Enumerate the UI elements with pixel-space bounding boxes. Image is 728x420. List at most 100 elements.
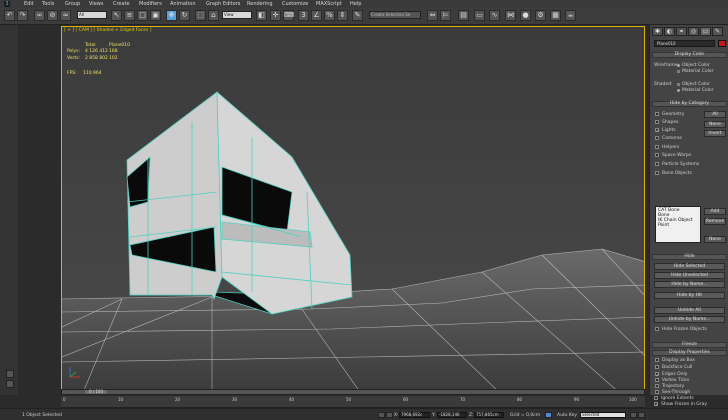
object-color-swatch[interactable] bbox=[718, 40, 726, 47]
scene-explorer-icon[interactable] bbox=[6, 380, 14, 388]
category-invert-button[interactable]: Invert bbox=[704, 130, 726, 137]
menu-animation[interactable]: Animation bbox=[170, 1, 196, 7]
object-name-field[interactable]: Plane010 bbox=[654, 40, 715, 47]
window-crossing-icon[interactable]: ▣ bbox=[150, 10, 161, 21]
vertex-ticks-checkbox[interactable] bbox=[655, 378, 659, 382]
display-color-rollout-header[interactable]: Display Color bbox=[652, 52, 727, 58]
backface-cull-checkbox[interactable] bbox=[655, 365, 659, 369]
reference-coordinate-dropdown[interactable]: View bbox=[222, 11, 252, 19]
hide-by-category-rollout-header[interactable]: Hide by Category bbox=[652, 101, 727, 107]
hide-rollout-header[interactable]: Hide bbox=[652, 254, 727, 260]
key-filter-dropdown[interactable]: Selected bbox=[580, 412, 626, 418]
auto-key-button[interactable]: Auto Key bbox=[557, 413, 577, 418]
edges-only-checkbox[interactable]: ✓ bbox=[655, 372, 659, 377]
hide-by-hit-button[interactable]: Hide by Hit bbox=[654, 292, 725, 299]
shapes-checkbox[interactable] bbox=[655, 120, 659, 124]
select-and-rotate-icon[interactable]: ↻ bbox=[179, 10, 190, 21]
lights-checkbox[interactable]: ✓ bbox=[655, 128, 659, 133]
edit-named-selection-icon[interactable]: ✎ bbox=[352, 10, 363, 21]
redo-icon[interactable]: ↷ bbox=[17, 10, 28, 21]
category-add-button[interactable]: Add bbox=[704, 208, 726, 215]
absolute-mode-icon[interactable] bbox=[386, 412, 393, 418]
lock-selection-icon[interactable] bbox=[378, 412, 385, 418]
z-coord-field[interactable]: 757,865cm bbox=[474, 412, 504, 418]
utilities-tab-icon[interactable]: ✎ bbox=[712, 27, 723, 36]
hide-selected-button[interactable]: Hide Selected bbox=[654, 263, 725, 270]
render-setup-icon[interactable]: ⚙ bbox=[535, 10, 546, 21]
rectangular-selection-icon[interactable]: □ bbox=[137, 10, 148, 21]
helpers-checkbox[interactable] bbox=[655, 145, 659, 149]
select-object-icon[interactable]: ↖ bbox=[111, 10, 122, 21]
menu-help[interactable]: Help bbox=[350, 1, 361, 7]
modify-tab-icon[interactable]: ◐ bbox=[664, 27, 675, 36]
mirror-icon[interactable]: ⇔ bbox=[427, 10, 438, 21]
trajectory-checkbox[interactable] bbox=[655, 384, 659, 388]
select-by-name-icon[interactable]: ≡ bbox=[124, 10, 135, 21]
menu-tools[interactable]: Tools bbox=[42, 1, 54, 7]
menu-maxscript[interactable]: MAXScript bbox=[316, 1, 342, 7]
viewport-layout-icon[interactable] bbox=[6, 370, 14, 378]
custom-category-list[interactable]: CAT Bone Bone IK Chain Object Point bbox=[655, 206, 701, 243]
hide-unselected-button[interactable]: Hide Unselected bbox=[654, 272, 725, 279]
category-list-none-button[interactable]: None bbox=[704, 236, 726, 243]
curve-editor-icon[interactable]: ∿ bbox=[489, 10, 500, 21]
bind-space-warp-icon[interactable]: ≈ bbox=[60, 10, 71, 21]
motion-tab-icon[interactable]: ◎ bbox=[688, 27, 699, 36]
select-and-move-icon[interactable]: ✥ bbox=[166, 10, 177, 21]
shaded-material-color-radio[interactable] bbox=[677, 89, 680, 92]
select-and-place-icon[interactable]: ⌂ bbox=[208, 10, 219, 21]
hierarchy-tab-icon[interactable]: ⚭ bbox=[676, 27, 687, 36]
display-as-box-checkbox[interactable] bbox=[655, 358, 659, 362]
rendered-frame-window-icon[interactable]: ▦ bbox=[550, 10, 561, 21]
align-icon[interactable]: ⊨ bbox=[440, 10, 451, 21]
select-and-scale-icon[interactable]: ⬚ bbox=[195, 10, 206, 21]
wireframe-object-color-radio[interactable] bbox=[677, 64, 680, 67]
menu-graph-editors[interactable]: Graph Editors bbox=[206, 1, 240, 7]
particle-systems-checkbox[interactable] bbox=[655, 162, 659, 166]
menu-create[interactable]: Create bbox=[113, 1, 130, 7]
x-coord-field[interactable]: 7968,692c bbox=[399, 412, 430, 418]
ignore-extents-checkbox[interactable] bbox=[654, 396, 658, 400]
select-manipulate-icon[interactable]: ✛ bbox=[270, 10, 281, 21]
geometry-checkbox[interactable] bbox=[655, 112, 659, 116]
hide-by-name-button[interactable]: Hide by Name... bbox=[654, 281, 725, 288]
link-icon[interactable]: ∞ bbox=[34, 10, 45, 21]
see-through-checkbox[interactable] bbox=[655, 390, 659, 394]
keyboard-shortcut-icon[interactable]: ⌨ bbox=[283, 10, 294, 21]
play-icon[interactable] bbox=[638, 412, 645, 418]
set-key-toggle-icon[interactable] bbox=[545, 412, 552, 418]
go-to-start-icon[interactable] bbox=[630, 412, 637, 418]
hide-frozen-checkbox[interactable] bbox=[655, 327, 659, 331]
render-production-icon[interactable]: ☕ bbox=[565, 10, 576, 21]
angle-snap-icon[interactable]: ∠ bbox=[311, 10, 322, 21]
menu-rendering[interactable]: Rendering bbox=[247, 1, 273, 7]
cameras-checkbox[interactable] bbox=[655, 136, 659, 140]
list-item[interactable]: Point bbox=[658, 223, 698, 228]
menu-edit[interactable]: Edit bbox=[24, 1, 34, 7]
y-coord-field[interactable]: -1828,146 bbox=[437, 412, 467, 418]
wireframe-material-color-radio[interactable] bbox=[677, 70, 680, 73]
unhide-all-button[interactable]: Unhide All bbox=[654, 307, 725, 314]
unlink-icon[interactable]: ⊘ bbox=[47, 10, 58, 21]
show-frozen-gray-checkbox[interactable]: ✓ bbox=[654, 402, 658, 407]
create-tab-icon[interactable]: ✱ bbox=[652, 27, 663, 36]
spinner-snap-icon[interactable]: ⇕ bbox=[337, 10, 348, 21]
snaps-toggle-icon[interactable]: 3 bbox=[298, 10, 309, 21]
category-all-button[interactable]: All bbox=[704, 111, 726, 118]
layer-manager-icon[interactable]: ▤ bbox=[458, 10, 469, 21]
app-logo-icon[interactable]: 3 bbox=[4, 1, 10, 7]
category-remove-button[interactable]: Remove bbox=[704, 218, 726, 225]
camera-viewport[interactable]: [ + ] [ CAM ] [ Shaded + Edged Faces ] T… bbox=[61, 26, 645, 394]
material-editor-icon[interactable]: ● bbox=[520, 10, 531, 21]
menu-modifiers[interactable]: Modifiers bbox=[139, 1, 162, 7]
viewport-label[interactable]: [ + ] [ CAM ] [ Shaded + Edged Faces ] bbox=[64, 28, 152, 33]
menu-customize[interactable]: Customize bbox=[282, 1, 308, 7]
undo-icon[interactable]: ↶ bbox=[4, 10, 15, 21]
schematic-view-icon[interactable]: ⋈ bbox=[505, 10, 516, 21]
display-tab-icon[interactable]: ▭ bbox=[700, 27, 711, 36]
freeze-rollout-header[interactable]: Freeze bbox=[652, 342, 727, 348]
graphite-ribbon-icon[interactable]: ▭ bbox=[474, 10, 485, 21]
track-bar[interactable]: 0 10 20 30 40 50 60 70 80 90 100 bbox=[61, 396, 645, 408]
menu-group[interactable]: Group bbox=[65, 1, 80, 7]
named-selection-input[interactable]: Create Selection Se bbox=[369, 11, 421, 19]
